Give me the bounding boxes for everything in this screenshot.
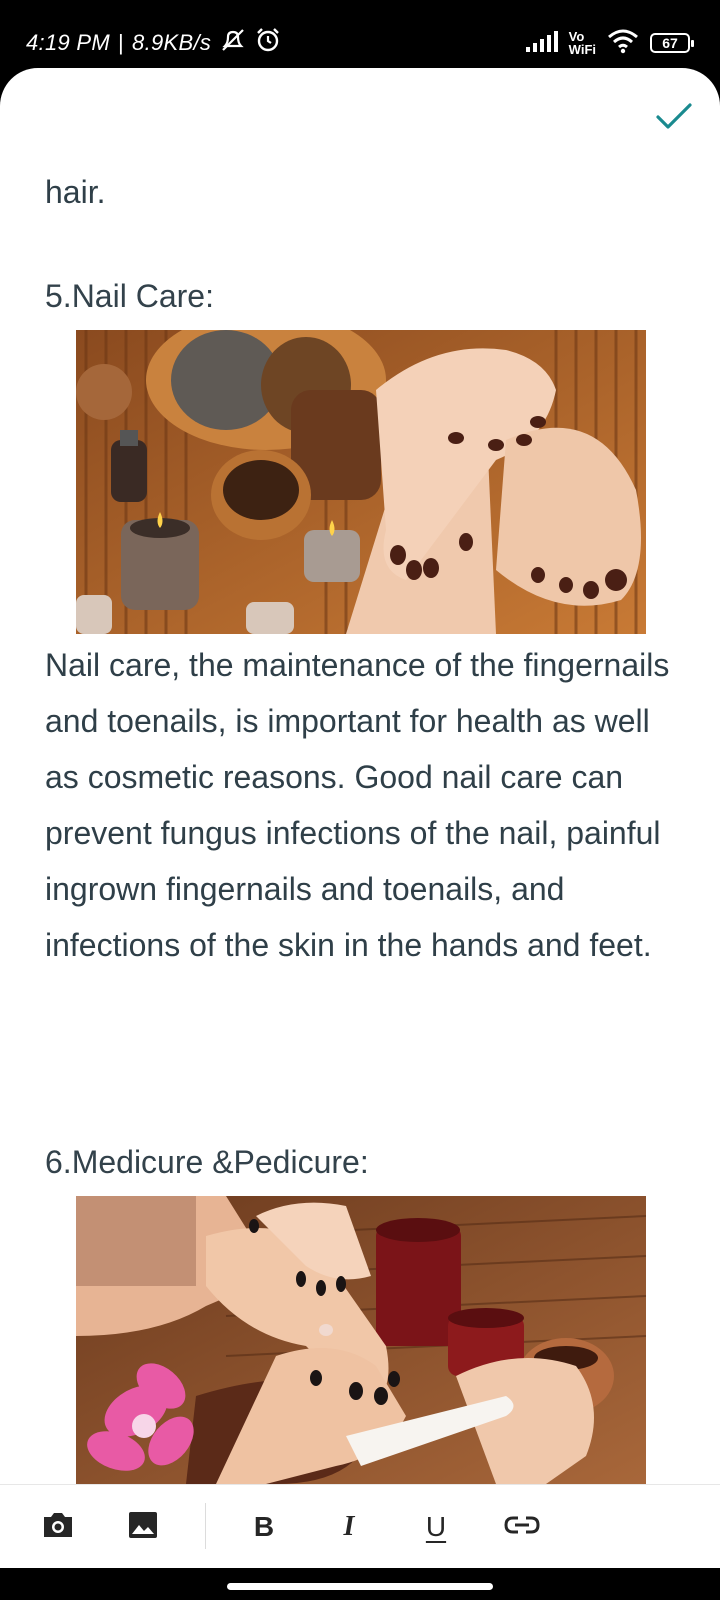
signal-icon [525, 29, 559, 58]
network-speed: 8.9KB/s [132, 30, 212, 55]
formatting-toolbar: B I U [0, 1484, 720, 1568]
alarm-icon [255, 27, 281, 59]
section-5-body: Nail care, the maintenance of the finger… [45, 647, 670, 963]
section-5-heading: 5.Nail Care: [45, 278, 214, 314]
battery-level: 67 [662, 35, 678, 51]
status-separator: | [118, 30, 125, 55]
note-content[interactable]: hair. 5.Nail Care: Nail care, the mainte… [0, 68, 720, 1484]
insert-image-button[interactable] [115, 1499, 171, 1555]
gesture-nav-handle[interactable] [227, 1583, 493, 1590]
section-6-heading: 6.Medicure &Pedicure: [45, 1144, 369, 1180]
vowifi-indicator: Vo WiFi [569, 30, 596, 56]
camera-icon [41, 1510, 75, 1545]
wifi-label: WiFi [568, 42, 596, 57]
done-button[interactable] [650, 98, 698, 138]
nail-care-image[interactable] [76, 330, 646, 634]
image-icon [127, 1510, 159, 1545]
wifi-icon [606, 28, 640, 59]
manicure-image[interactable] [76, 1196, 646, 1484]
camera-button[interactable] [30, 1499, 86, 1555]
note-editor: hair. 5.Nail Care: Nail care, the mainte… [0, 68, 720, 1568]
intro-text: hair. [45, 174, 106, 210]
battery-indicator: 67 [650, 33, 694, 53]
status-right: Vo WiFi 67 [525, 26, 694, 60]
mute-icon [219, 27, 247, 59]
check-icon [655, 101, 693, 136]
status-left: 4:19 PM | 8.9KB/s [26, 28, 281, 58]
link-icon [503, 1513, 541, 1542]
status-bar: 4:19 PM | 8.9KB/s Vo WiFi 67 [0, 0, 720, 70]
underline-button[interactable]: U [408, 1499, 464, 1555]
bold-button[interactable]: B [236, 1499, 292, 1555]
toolbar-divider [205, 1503, 206, 1549]
clock: 4:19 PM [26, 30, 111, 55]
italic-button[interactable]: I [321, 1499, 377, 1555]
insert-link-button[interactable] [494, 1499, 550, 1555]
